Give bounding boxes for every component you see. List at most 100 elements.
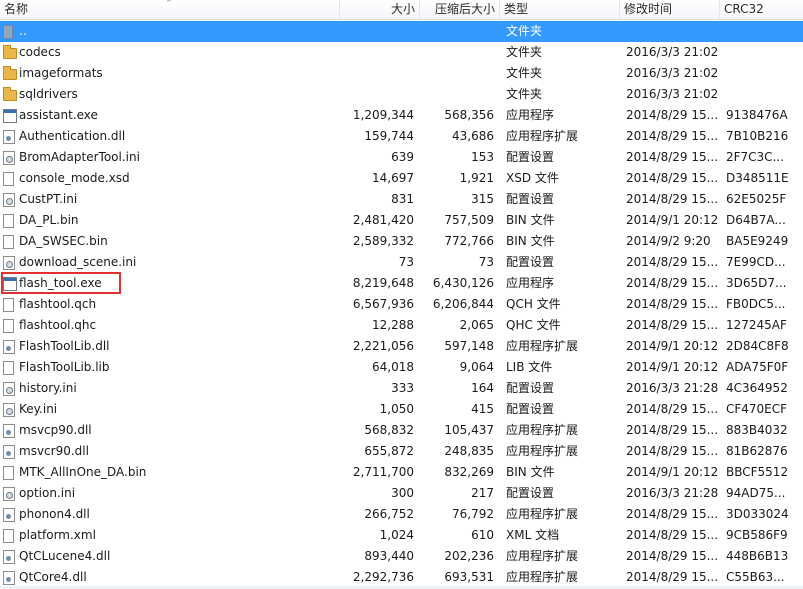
file-row[interactable]: QtCLucene4.dll 893,440 202,236 应用程序扩展 2014/8…	[0, 546, 803, 567]
config-icon	[3, 487, 15, 501]
dll-icon	[3, 508, 15, 522]
column-header-type-label: 类型	[504, 2, 529, 16]
config-icon	[3, 403, 15, 417]
file-type: 应用程序扩展	[506, 339, 579, 353]
file-crc: 2D84C8F8	[726, 339, 789, 353]
file-modified: 2014/8/29 15...	[626, 297, 719, 311]
file-crc	[726, 21, 803, 42]
file-modified: 2014/8/29 15...	[626, 150, 719, 164]
file-row[interactable]: Authentication.dll 159,744 43,686 应用程序扩展 201…	[0, 126, 803, 147]
config-icon	[3, 382, 15, 396]
file-row[interactable]: sqldrivers 文件夹 2016/3/3 21:02	[0, 84, 803, 105]
file-name: console_mode.xsd	[19, 171, 130, 185]
file-name: msvcp90.dll	[19, 423, 92, 437]
file-crc	[726, 84, 803, 105]
file-row[interactable]: flashtool.qch 6,567,936 6,206,844 QCH 文件 201…	[0, 294, 803, 315]
file-type: 文件夹	[506, 66, 543, 80]
file-type: 应用程序扩展	[506, 444, 579, 458]
file-size: 893,440	[364, 549, 414, 563]
file-size	[340, 84, 414, 105]
file-icon	[3, 361, 14, 375]
file-compressed-size: 73	[478, 255, 494, 269]
file-modified: 2014/8/29 15...	[626, 444, 719, 458]
file-row[interactable]: FlashToolLib.lib 64,018 9,064 LIB 文件 2014/9/…	[0, 357, 803, 378]
file-row[interactable]: flash_tool.exe 8,219,648 6,430,126 应用程序 2014…	[0, 273, 803, 294]
file-type: 应用程序扩展	[506, 570, 579, 584]
column-header-crc[interactable]: CRC32	[720, 0, 803, 19]
file-row[interactable]: platform.xml 1,024 610 XML 文档 2014/8/29 15..…	[0, 525, 803, 546]
file-name: codecs	[19, 45, 61, 59]
file-name: history.ini	[19, 381, 77, 395]
file-row[interactable]: .. 文件夹	[0, 21, 803, 42]
file-row[interactable]: option.ini 300 217 配置设置 2016/3/3 21:28 94AD75…	[0, 483, 803, 504]
file-type: 应用程序扩展	[506, 129, 579, 143]
file-compressed-size: 1,921	[459, 171, 494, 185]
file-modified: 2014/8/29 15...	[626, 255, 719, 269]
folder-icon	[3, 45, 17, 59]
column-header-type[interactable]: 类型	[500, 0, 620, 19]
file-modified: 2014/8/29 15...	[626, 171, 719, 185]
file-row[interactable]: download_scene.ini 73 73 配置设置 2014/8/29 15..…	[0, 252, 803, 273]
file-row[interactable]: console_mode.xsd 14,697 1,921 XSD 文件 2014/8/…	[0, 168, 803, 189]
file-row[interactable]: msvcr90.dll 655,872 248,835 应用程序扩展 2014/8/29…	[0, 441, 803, 462]
file-crc: BA5E9249	[726, 234, 789, 248]
file-compressed-size: 248,835	[444, 444, 494, 458]
column-header-compressed-label: 压缩后大小	[434, 2, 495, 16]
column-header-modified[interactable]: 修改时间	[620, 0, 720, 19]
file-row[interactable]: QtCore4.dll 2,292,736 693,531 应用程序扩展 2014/8/…	[0, 567, 803, 587]
file-size	[340, 63, 414, 84]
file-row[interactable]: DA_SWSEC.bin 2,589,332 772,766 BIN 文件 2014/9…	[0, 231, 803, 252]
file-row[interactable]: codecs 文件夹 2016/3/3 21:02	[0, 42, 803, 63]
file-crc	[726, 63, 803, 84]
file-list-body: .. 文件夹 codecs 文件夹 2016/3/3 21:02 imageformats…	[0, 21, 803, 587]
file-icon	[3, 319, 14, 333]
file-compressed-size	[414, 42, 494, 63]
column-header-size[interactable]: 大小	[340, 0, 420, 19]
file-row[interactable]: CustPT.ini 831 315 配置设置 2014/8/29 15... 62E50…	[0, 189, 803, 210]
file-row[interactable]: assistant.exe 1,209,344 568,356 应用程序 2014/8/…	[0, 105, 803, 126]
column-header-compressed[interactable]: 压缩后大小	[420, 0, 500, 19]
file-row[interactable]: FlashToolLib.dll 2,221,056 597,148 应用程序扩展 20…	[0, 336, 803, 357]
file-row[interactable]: phonon4.dll 266,752 76,792 应用程序扩展 2014/8/29 …	[0, 504, 803, 525]
file-compressed-size: 757,509	[444, 213, 494, 227]
file-type: 应用程序扩展	[506, 423, 579, 437]
file-icon	[3, 529, 14, 543]
file-name: BromAdapterTool.ini	[19, 150, 140, 164]
file-type: 配置设置	[506, 192, 555, 206]
file-crc: 94AD75...	[726, 486, 786, 500]
file-row[interactable]: BromAdapterTool.ini 639 153 配置设置 2014/8/29 1…	[0, 147, 803, 168]
file-size: 568,832	[364, 423, 414, 437]
file-name: ..	[19, 24, 27, 38]
dll-icon	[3, 550, 15, 564]
file-modified: 2016/3/3 21:02	[626, 87, 719, 101]
file-modified: 2014/8/29 15...	[626, 108, 719, 122]
file-compressed-size: 772,766	[444, 234, 494, 248]
file-row[interactable]: Key.ini 1,050 415 配置设置 2014/8/29 15... CF470E…	[0, 399, 803, 420]
file-type: 应用程序扩展	[506, 507, 579, 521]
file-type: 文件夹	[506, 24, 543, 38]
file-name: platform.xml	[19, 528, 96, 542]
file-compressed-size: 6,430,126	[432, 276, 494, 290]
file-row[interactable]: msvcp90.dll 568,832 105,437 应用程序扩展 2014/8/29…	[0, 420, 803, 441]
file-row[interactable]: DA_PL.bin 2,481,420 757,509 BIN 文件 2014/9/1 …	[0, 210, 803, 231]
file-size: 300	[391, 486, 414, 500]
file-compressed-size	[414, 84, 494, 105]
file-row[interactable]: history.ini 333 164 配置设置 2016/3/3 21:28 4C364…	[0, 378, 803, 399]
config-icon	[3, 256, 15, 270]
file-row[interactable]: MTK_AllInOne_DA.bin 2,711,700 832,269 BIN 文…	[0, 462, 803, 483]
file-size	[340, 21, 414, 42]
file-row[interactable]: imageformats 文件夹 2016/3/3 21:02	[0, 63, 803, 84]
file-size: 1,024	[379, 528, 414, 542]
file-name: assistant.exe	[19, 108, 98, 122]
column-header-name[interactable]: 名称 ⌃	[0, 0, 340, 19]
file-crc: D348511E	[726, 171, 789, 185]
file-size: 12,288	[372, 318, 414, 332]
file-crc: 883B4032	[726, 423, 788, 437]
file-row[interactable]: flashtool.qhc 12,288 2,065 QHC 文件 2014/8/29 …	[0, 315, 803, 336]
file-compressed-size	[414, 63, 494, 84]
file-type: 应用程序扩展	[506, 549, 579, 563]
file-icon	[3, 214, 14, 228]
file-crc	[726, 42, 803, 63]
column-header-size-label: 大小	[390, 2, 415, 16]
file-size: 1,209,344	[352, 108, 414, 122]
